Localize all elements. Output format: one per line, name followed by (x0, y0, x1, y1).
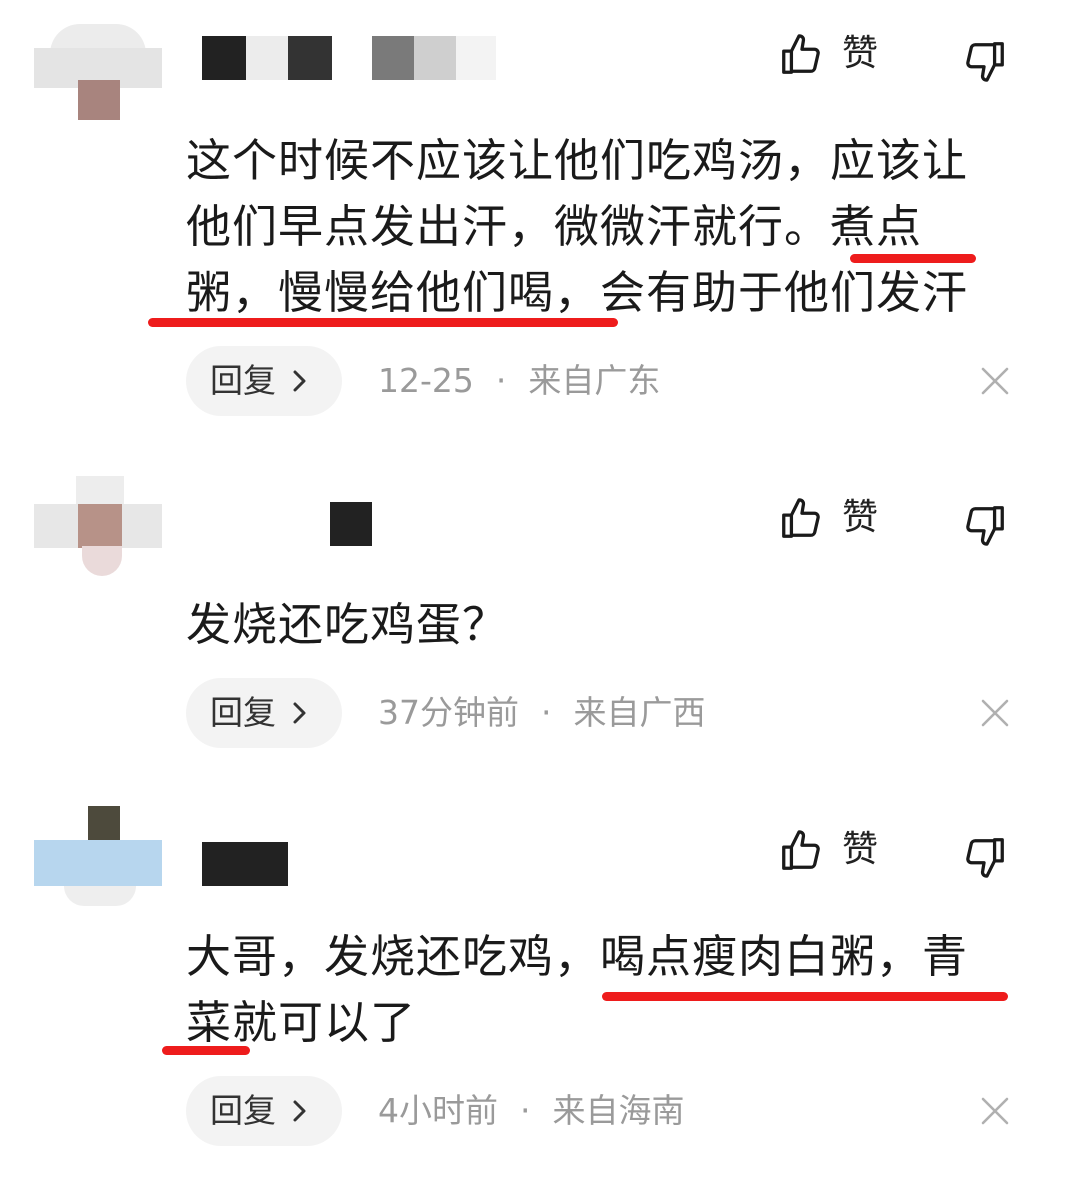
comment-meta: 4小时前 · 来自海南 (378, 1088, 685, 1134)
comment-item: 赞 发烧还吃鸡蛋？ 回复 37分钟前 · 来自广西 (0, 470, 1080, 770)
close-icon[interactable] (978, 696, 1012, 730)
like-button[interactable]: 赞 (778, 28, 888, 84)
like-button[interactable]: 赞 (778, 492, 888, 548)
thumbs-up-icon (782, 830, 820, 870)
avatar-blurred[interactable] (34, 476, 162, 586)
comment-text: 大哥，发烧还吃鸡，喝点瘦肉白粥，青 菜就可以了 (186, 924, 1016, 1056)
comment-text-line: 这个时候不应该让他们吃鸡汤，应该让 (186, 134, 969, 187)
like-label: 赞 (842, 497, 879, 538)
meta-separator: · (541, 693, 552, 732)
comment-location: 来自广西 (573, 693, 706, 732)
comment-item: 赞 这个时候不应该让他们吃鸡汤，应该让 他们早点发出汗，微微汗就行。煮点 粥，慢… (0, 0, 1080, 430)
comment-text-line: 大哥，发烧还吃鸡，喝点瘦肉白粥，青 (186, 930, 969, 983)
comment-location: 来自海南 (552, 1091, 685, 1130)
highlight-underline (602, 992, 1008, 1001)
meta-separator: · (495, 361, 507, 400)
comment-location: 来自广东 (528, 361, 661, 400)
chevron-right-icon (293, 702, 306, 724)
chevron-right-icon (293, 1100, 306, 1122)
comment-date: 12-25 (378, 361, 474, 400)
reply-button[interactable]: 回复 (186, 678, 342, 748)
reply-button[interactable]: 回复 (186, 1076, 342, 1146)
meta-separator: · (520, 1091, 531, 1130)
avatar-blurred[interactable] (34, 14, 162, 124)
comment-text-line: 粥，慢慢给他们喝，会有助于他们发汗 (186, 266, 969, 319)
comment-text: 发烧还吃鸡蛋？ (186, 592, 1016, 658)
comment-text-line: 他们早点发出汗，微微汗就行。煮点 (186, 200, 923, 253)
reply-label: 回复 (210, 693, 276, 732)
comment-item: 赞 大哥，发烧还吃鸡，喝点瘦肉白粥，青 菜就可以了 回复 4小时前 · 来自海南 (0, 800, 1080, 1201)
comment-meta: 37分钟前 · 来自广西 (378, 690, 706, 736)
comment-date: 4小时前 (378, 1091, 498, 1130)
avatar-blurred[interactable] (34, 806, 162, 916)
dislike-button[interactable] (962, 496, 1012, 552)
thumbs-down-icon (966, 506, 1004, 546)
comment-text-line: 发烧还吃鸡蛋？ (186, 598, 509, 651)
reply-button[interactable]: 回复 (186, 346, 342, 416)
close-icon[interactable] (978, 1094, 1012, 1128)
close-icon[interactable] (978, 364, 1012, 398)
thumbs-up-icon (782, 34, 820, 74)
reply-label: 回复 (210, 1091, 276, 1130)
thumbs-down-icon (966, 42, 1004, 82)
highlight-underline (148, 318, 618, 327)
dislike-button[interactable] (962, 828, 1012, 884)
username-redacted[interactable] (202, 842, 292, 886)
reply-label: 回复 (210, 361, 276, 400)
username-redacted[interactable] (202, 36, 502, 80)
comment-meta: 12-25 · 来自广东 (378, 358, 660, 404)
comment-date: 37分钟前 (378, 693, 519, 732)
comment-text: 这个时候不应该让他们吃鸡汤，应该让 他们早点发出汗，微微汗就行。煮点 粥，慢慢给… (186, 128, 1016, 326)
highlight-underline (162, 1046, 250, 1055)
like-button[interactable]: 赞 (778, 824, 888, 880)
like-label: 赞 (842, 829, 879, 870)
dislike-button[interactable] (962, 32, 1012, 88)
thumbs-up-icon (782, 498, 820, 538)
thumbs-down-icon (966, 838, 1004, 878)
username-redacted[interactable] (202, 502, 382, 546)
chevron-right-icon (293, 370, 306, 392)
like-label: 赞 (842, 33, 879, 74)
highlight-underline (850, 254, 976, 263)
